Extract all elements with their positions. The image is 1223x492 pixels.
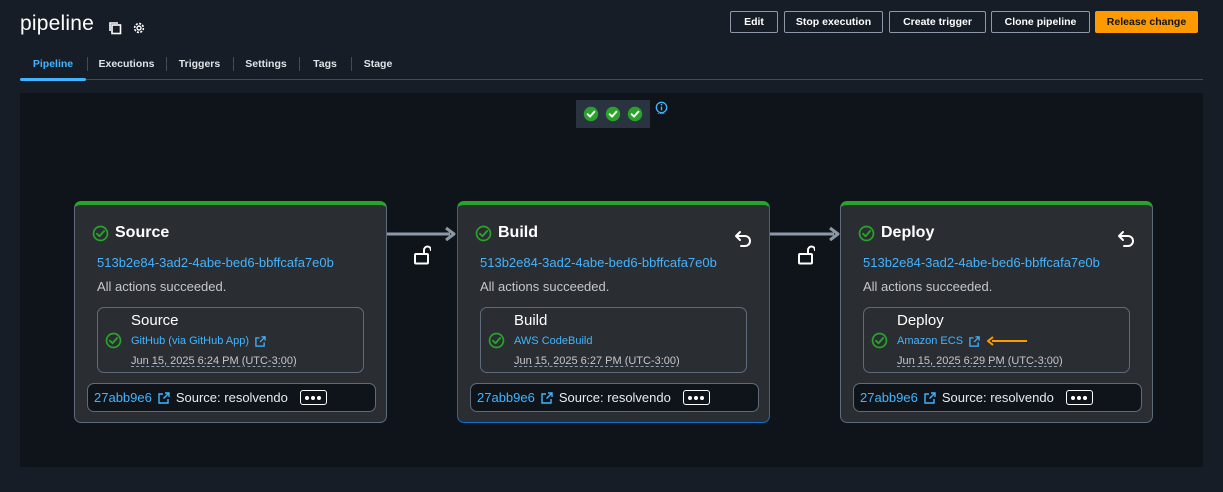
- external-link-icon: [255, 336, 266, 347]
- check-circle-icon: [871, 332, 888, 349]
- action-timestamp: Jun 15, 2025 6:27 PM (UTC-3:00): [514, 355, 680, 367]
- info-icon[interactable]: [655, 101, 668, 114]
- stage-name: Deploy: [881, 224, 935, 241]
- commit-message: Source: resolvendo: [941, 390, 1054, 405]
- tab-bar: Pipeline Executions Triggers Settings Ta…: [20, 48, 1203, 81]
- check-circle-icon: [858, 225, 875, 242]
- arrow-left-icon: [987, 336, 1028, 346]
- action-card[interactable]: Source GitHub (via GitHub App) Jun 15, 2…: [97, 307, 364, 373]
- commit-message: Source: resolvendo: [558, 390, 671, 405]
- execution-id-link[interactable]: 513b2e84-3ad2-4abe-bed6-bbffcafa7e0b: [97, 255, 334, 270]
- check-circle-icon: [92, 225, 109, 242]
- stage-source[interactable]: Source 513b2e84-3ad2-4abe-bed6-bbffcafa7…: [74, 201, 387, 423]
- edit-button[interactable]: Edit: [730, 11, 778, 33]
- tab-pipeline[interactable]: Pipeline: [20, 48, 86, 81]
- clone-pipeline-button[interactable]: Clone pipeline: [991, 11, 1090, 33]
- provider-label: GitHub (via GitHub App): [131, 335, 249, 347]
- tab-stage[interactable]: Stage: [352, 48, 404, 80]
- commit-id-link[interactable]: 27abb9e6: [477, 390, 535, 405]
- stage-status: All actions succeeded.: [863, 279, 993, 294]
- check-circle-icon: [627, 106, 643, 122]
- tab-executions[interactable]: Executions: [88, 48, 165, 80]
- stage-name: Source: [115, 224, 170, 241]
- gear-icon[interactable]: [132, 21, 146, 35]
- transition-arrow: [386, 226, 456, 242]
- action-timestamp: Jun 15, 2025 6:24 PM (UTC-3:00): [131, 355, 297, 367]
- tab-triggers[interactable]: Triggers: [167, 48, 232, 80]
- pipeline-minimap[interactable]: [576, 100, 650, 128]
- action-card[interactable]: Build AWS CodeBuild Jun 15, 2025 6:27 PM…: [480, 307, 747, 373]
- action-provider-link[interactable]: GitHub (via GitHub App): [131, 335, 266, 347]
- retry-icon[interactable]: [733, 229, 753, 247]
- stop-execution-button[interactable]: Stop execution: [784, 11, 883, 33]
- tab-tags[interactable]: Tags: [300, 48, 350, 80]
- external-link-icon[interactable]: [924, 392, 936, 404]
- action-provider-link[interactable]: Amazon ECS: [897, 335, 1028, 347]
- commit-message: Source: resolvendo: [175, 390, 288, 405]
- action-timestamp: Jun 15, 2025 6:29 PM (UTC-3:00): [897, 355, 1063, 367]
- more-actions-button[interactable]: [1065, 390, 1093, 405]
- check-circle-icon: [488, 332, 505, 349]
- commit-bar: 27abb9e6 Source: resolvendo: [470, 383, 759, 412]
- stage-status: All actions succeeded.: [480, 279, 610, 294]
- unlock-icon[interactable]: [413, 245, 431, 265]
- stage-name: Build: [498, 224, 538, 241]
- stage-build[interactable]: Build 513b2e84-3ad2-4abe-bed6-bbffcafa7e…: [457, 201, 770, 423]
- execution-id-link[interactable]: 513b2e84-3ad2-4abe-bed6-bbffcafa7e0b: [480, 255, 717, 270]
- stage-status: All actions succeeded.: [97, 279, 227, 294]
- copy-icon[interactable]: [108, 21, 122, 35]
- provider-label: AWS CodeBuild: [514, 335, 593, 347]
- action-name: Source: [131, 312, 179, 329]
- commit-bar: 27abb9e6 Source: resolvendo: [87, 383, 376, 412]
- check-circle-icon: [605, 106, 621, 122]
- retry-icon[interactable]: [1116, 229, 1136, 247]
- external-link-icon[interactable]: [541, 392, 553, 404]
- check-circle-icon: [583, 106, 599, 122]
- check-circle-icon: [105, 332, 122, 349]
- commit-bar: 27abb9e6 Source: resolvendo: [853, 383, 1142, 412]
- provider-label: Amazon ECS: [897, 335, 964, 347]
- check-circle-icon: [475, 225, 492, 242]
- more-actions-button[interactable]: [682, 390, 710, 405]
- create-trigger-button[interactable]: Create trigger: [889, 11, 986, 33]
- action-provider-link[interactable]: AWS CodeBuild: [514, 335, 592, 347]
- action-name: Deploy: [897, 312, 944, 329]
- tab-settings[interactable]: Settings: [234, 48, 298, 80]
- action-name: Build: [514, 312, 548, 329]
- stage-deploy[interactable]: Deploy 513b2e84-3ad2-4abe-bed6-bbffcafa7…: [840, 201, 1153, 423]
- unlock-icon[interactable]: [797, 245, 815, 265]
- commit-id-link[interactable]: 27abb9e6: [94, 390, 152, 405]
- release-change-button[interactable]: Release change: [1095, 11, 1198, 33]
- transition-arrow: [770, 226, 840, 242]
- action-card[interactable]: Deploy Amazon ECS Jun 15, 2025 6:29 PM (…: [863, 307, 1130, 373]
- page-title: pipeline: [20, 12, 94, 35]
- execution-id-link[interactable]: 513b2e84-3ad2-4abe-bed6-bbffcafa7e0b: [863, 255, 1100, 270]
- external-link-icon: [969, 336, 980, 347]
- external-link-icon[interactable]: [158, 392, 170, 404]
- more-actions-button[interactable]: [299, 390, 327, 405]
- commit-id-link[interactable]: 27abb9e6: [860, 390, 918, 405]
